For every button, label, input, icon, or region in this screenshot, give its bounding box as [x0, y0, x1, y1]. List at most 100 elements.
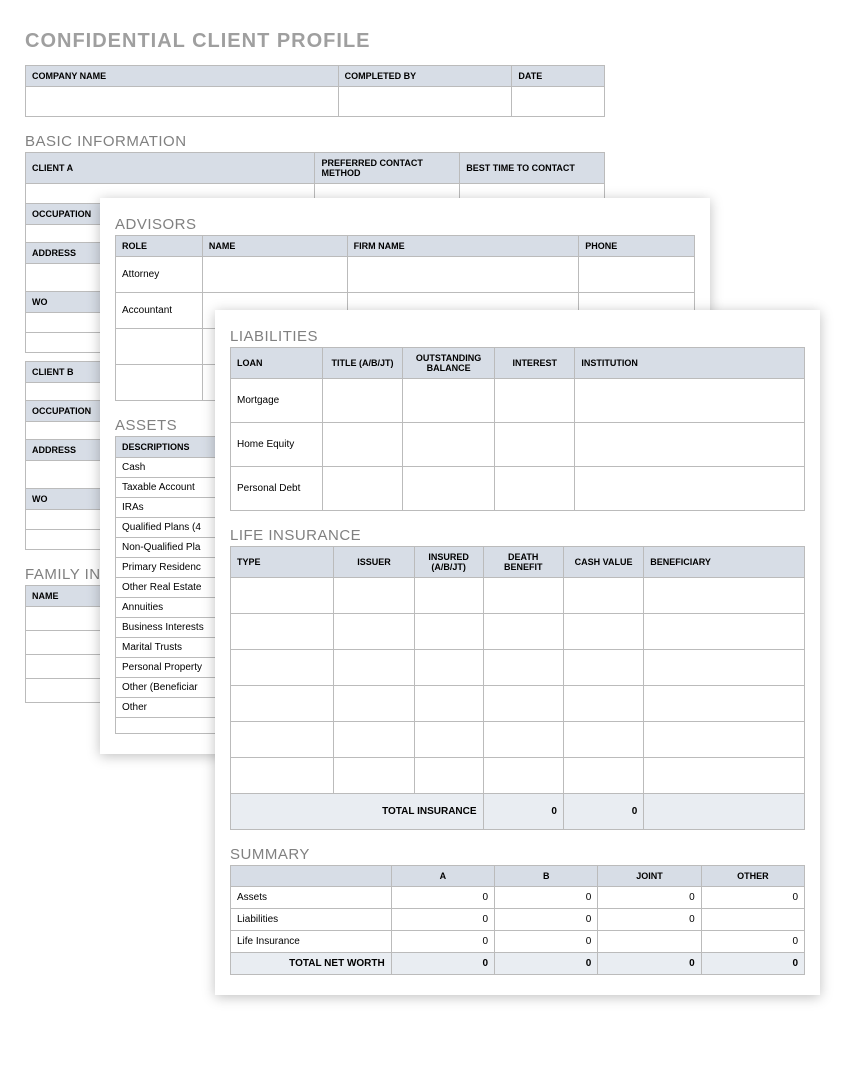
cell[interactable]: [231, 650, 334, 686]
cell[interactable]: [414, 722, 483, 758]
total-cash: 0: [563, 794, 643, 830]
cell[interactable]: [322, 379, 402, 423]
cell[interactable]: [483, 614, 563, 650]
cell[interactable]: [334, 758, 414, 794]
cell[interactable]: [483, 686, 563, 722]
cell[interactable]: [644, 722, 805, 758]
cell[interactable]: [495, 423, 575, 467]
asset-row: Taxable Account: [116, 478, 225, 498]
label-work: WO: [26, 292, 107, 313]
label-clientA: CLIENT A: [26, 153, 315, 184]
cell[interactable]: [322, 467, 402, 511]
cell[interactable]: [26, 264, 107, 292]
cell[interactable]: [644, 578, 805, 614]
total-other: 0: [701, 953, 804, 975]
cell[interactable]: [512, 87, 605, 117]
cell[interactable]: [563, 650, 643, 686]
col-descriptions: DESCRIPTIONS: [116, 437, 225, 458]
asset-row: Other (Beneficiar: [116, 678, 225, 698]
basic-info-heading: BASIC INFORMATION: [25, 133, 705, 150]
cell[interactable]: [338, 87, 512, 117]
cell[interactable]: [414, 614, 483, 650]
label-address-b: ADDRESS: [26, 440, 107, 461]
cell[interactable]: [334, 650, 414, 686]
asset-row: Primary Residenc: [116, 558, 225, 578]
cell[interactable]: [483, 758, 563, 794]
cell[interactable]: [483, 722, 563, 758]
row-liabilities: Liabilities: [231, 909, 392, 931]
col-blank: [231, 866, 392, 887]
val: 0: [701, 931, 804, 953]
cell[interactable]: [26, 87, 339, 117]
col-adv-name: NAME: [202, 236, 347, 257]
cell[interactable]: [414, 650, 483, 686]
cell[interactable]: [334, 578, 414, 614]
cell[interactable]: [414, 578, 483, 614]
cell[interactable]: [575, 467, 805, 511]
life-insurance-table: TYPE ISSUER INSURED (A/B/JT) DEATH BENEF…: [230, 546, 805, 830]
val: [701, 909, 804, 931]
cell[interactable]: [414, 686, 483, 722]
cell[interactable]: [347, 257, 579, 293]
cell[interactable]: [231, 614, 334, 650]
cell-role[interactable]: [116, 329, 203, 365]
cell[interactable]: [579, 257, 695, 293]
cell[interactable]: [26, 461, 107, 489]
cell[interactable]: [563, 686, 643, 722]
cell[interactable]: [495, 379, 575, 423]
col-other: OTHER: [701, 866, 804, 887]
cell: [644, 794, 805, 830]
cell[interactable]: [563, 758, 643, 794]
cell[interactable]: [334, 614, 414, 650]
asset-row: Qualified Plans (4: [116, 518, 225, 538]
col-b: B: [495, 866, 598, 887]
col-loan: LOAN: [231, 348, 323, 379]
cell[interactable]: [231, 578, 334, 614]
cell[interactable]: [563, 614, 643, 650]
total-net-worth-label: TOTAL NET WORTH: [231, 953, 392, 975]
col-institution: INSTITUTION: [575, 348, 805, 379]
val: 0: [495, 909, 598, 931]
cell[interactable]: [483, 650, 563, 686]
cell[interactable]: [483, 578, 563, 614]
cell[interactable]: [403, 423, 495, 467]
cell[interactable]: [644, 758, 805, 794]
liabilities-table: LOAN TITLE (A/B/JT) OUTSTANDING BALANCE …: [230, 347, 805, 511]
cell-role[interactable]: [116, 365, 203, 401]
cell[interactable]: [202, 257, 347, 293]
life-insurance-heading: LIFE INSURANCE: [230, 527, 805, 544]
col-death: DEATH BENEFIT: [483, 547, 563, 578]
cell[interactable]: [563, 722, 643, 758]
cell[interactable]: [334, 686, 414, 722]
asset-row: Business Interests: [116, 618, 225, 638]
cell[interactable]: [644, 686, 805, 722]
cell[interactable]: [575, 379, 805, 423]
cell[interactable]: [231, 758, 334, 794]
company-info-table: COMPANY NAME COMPLETED BY DATE: [25, 65, 605, 117]
cell[interactable]: [231, 686, 334, 722]
val: 0: [598, 887, 701, 909]
cell[interactable]: [403, 467, 495, 511]
total-a: 0: [391, 953, 494, 975]
col-issuer: ISSUER: [334, 547, 414, 578]
cell[interactable]: [495, 467, 575, 511]
cell[interactable]: [644, 614, 805, 650]
liab-row-label: Home Equity: [231, 423, 323, 467]
summary-table: A B JOINT OTHER Assets 0 0 0 0 Liabiliti…: [230, 865, 805, 975]
cell[interactable]: [322, 423, 402, 467]
asset-row: Personal Property: [116, 658, 225, 678]
cell[interactable]: [334, 722, 414, 758]
cell[interactable]: [575, 423, 805, 467]
liab-row-label: Personal Debt: [231, 467, 323, 511]
cell[interactable]: [403, 379, 495, 423]
col-insured: INSURED (A/B/JT): [414, 547, 483, 578]
cell[interactable]: [563, 578, 643, 614]
cell[interactable]: [231, 722, 334, 758]
label-preferred-contact: PREFERRED CONTACT METHOD: [315, 153, 460, 184]
row-assets: Assets: [231, 887, 392, 909]
col-phone: PHONE: [579, 236, 695, 257]
cell[interactable]: [414, 758, 483, 794]
asset-row[interactable]: [116, 718, 225, 734]
col-joint: JOINT: [598, 866, 701, 887]
cell[interactable]: [644, 650, 805, 686]
